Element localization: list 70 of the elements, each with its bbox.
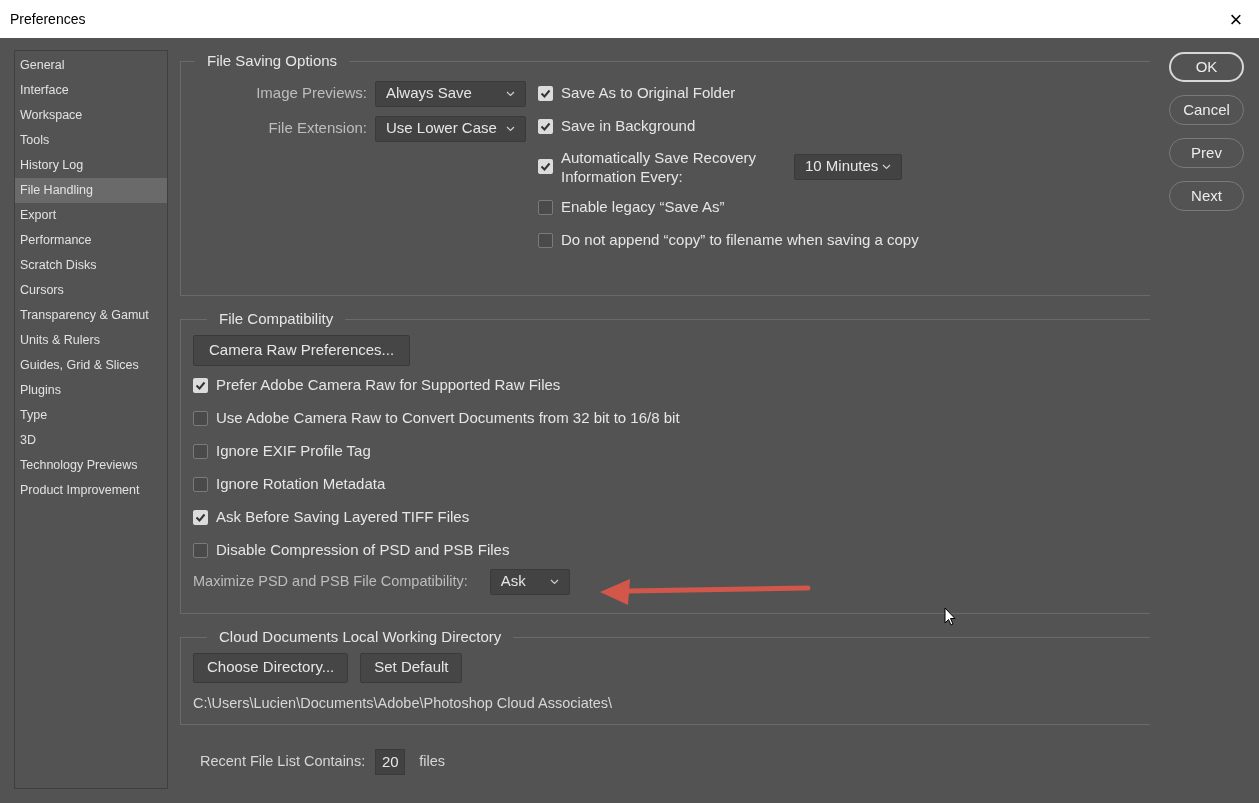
group-title: File Compatibility xyxy=(218,309,335,329)
checkmark-icon xyxy=(195,380,206,390)
checkbox[interactable] xyxy=(193,377,208,393)
field-label: Maximize PSD and PSB File Compatibility: xyxy=(193,571,468,591)
checkbox-label: Prefer Adobe Camera Raw for Supported Raw Files xyxy=(216,374,561,395)
mouse-cursor-icon xyxy=(944,607,956,626)
sidebar-item[interactable]: Product Improvement xyxy=(15,478,167,503)
checkbox[interactable] xyxy=(538,199,553,215)
checkbox-label: Automatically Save Recovery Information Every: xyxy=(561,147,758,186)
window-title: Preferences xyxy=(10,9,86,29)
field-label: Image Previews: xyxy=(256,83,367,104)
checkbox-label: Save in Background xyxy=(561,115,696,136)
close-button[interactable]: × xyxy=(1213,0,1259,38)
group-title: File Saving Options xyxy=(206,51,339,71)
sidebar-item[interactable]: Plugins xyxy=(15,378,167,403)
sidebar-item[interactable]: Tools xyxy=(15,128,167,153)
sidebar-item[interactable]: Interface xyxy=(15,78,167,103)
checkbox-label: Do not append “copy” to filename when saving a copy xyxy=(561,229,919,250)
checkbox-label: Ignore EXIF Profile Tag xyxy=(216,440,371,461)
sidebar-item[interactable]: 3D xyxy=(15,428,167,453)
checkbox-label: Disable Compression of PSD and PSB Files xyxy=(216,539,510,560)
chevron-down-icon xyxy=(549,578,559,585)
checkbox-label: Enable legacy “Save As” xyxy=(561,196,725,217)
checkbox-label: Use Adobe Camera Raw to Convert Documents from 32 bit to 16/8 bit xyxy=(216,407,680,428)
sidebar-item[interactable]: Cursors xyxy=(15,278,167,303)
checkmark-icon xyxy=(540,121,551,131)
checkbox[interactable] xyxy=(538,85,553,101)
checkbox[interactable] xyxy=(538,118,553,134)
sidebar-item[interactable]: Units & Rulers xyxy=(15,328,167,353)
checkbox[interactable] xyxy=(193,542,208,558)
dialog-button[interactable]: OK xyxy=(1169,52,1244,82)
chevron-down-icon xyxy=(882,163,891,170)
sidebar-item[interactable]: File Handling xyxy=(15,178,167,203)
checkbox[interactable] xyxy=(538,232,553,248)
dropdown[interactable]: Ask xyxy=(489,568,570,595)
unit-label: files xyxy=(419,752,445,772)
chevron-down-icon xyxy=(506,90,515,97)
sidebar-item[interactable]: Scratch Disks xyxy=(15,253,167,278)
checkbox[interactable] xyxy=(538,159,553,174)
sidebar-item[interactable]: Transparency & Gamut xyxy=(15,303,167,328)
camera-raw-preferences-button[interactable]: Camera Raw Preferences... xyxy=(193,334,411,366)
field-label: File Extension: xyxy=(268,118,367,139)
sidebar-item[interactable]: Technology Previews xyxy=(15,453,167,478)
sidebar-item[interactable]: General xyxy=(15,53,167,78)
number-field[interactable]: 20 xyxy=(375,749,406,775)
sidebar-item[interactable]: History Log xyxy=(15,153,167,178)
checkbox[interactable] xyxy=(193,410,208,426)
sidebar-item[interactable]: Workspace xyxy=(15,103,167,128)
dropdown[interactable]: Always Save xyxy=(375,80,526,107)
checkbox-label: Ask Before Saving Layered TIFF Files xyxy=(216,506,470,527)
checkmark-icon xyxy=(540,162,551,171)
sidebar-item[interactable]: Type xyxy=(15,403,167,428)
checkbox[interactable] xyxy=(193,476,208,492)
chevron-down-icon xyxy=(506,125,515,132)
sidebar-item[interactable]: Export xyxy=(15,203,167,228)
field-label: Recent File List Contains: xyxy=(200,752,366,772)
directory-button[interactable]: Set Default xyxy=(360,652,463,683)
checkbox-label: Ignore Rotation Metadata xyxy=(216,473,386,494)
checkbox[interactable] xyxy=(193,509,208,525)
group-title: Cloud Documents Local Working Directory xyxy=(218,627,503,647)
sidebar-item[interactable]: Performance xyxy=(15,228,167,253)
checkmark-icon xyxy=(540,88,551,98)
directory-button[interactable]: Choose Directory... xyxy=(193,652,349,683)
dropdown[interactable]: Use Lower Case xyxy=(375,115,526,142)
dropdown[interactable]: 10 Minutes xyxy=(794,153,902,180)
sidebar-item[interactable]: Guides, Grid & Slices xyxy=(15,353,167,378)
checkbox-label: Save As to Original Folder xyxy=(561,82,736,103)
checkbox[interactable] xyxy=(193,443,208,459)
directory-path: C:\Users\Lucien\Documents\Adobe\Photoshop Cloud Associates\ xyxy=(193,693,614,713)
checkmark-icon xyxy=(195,512,206,522)
